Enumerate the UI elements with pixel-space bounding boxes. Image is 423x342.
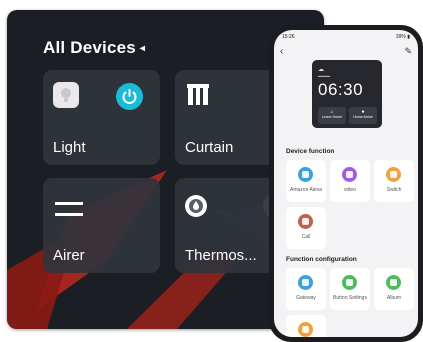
function-card-call[interactable]: Call (286, 207, 326, 249)
function-card-button-settings[interactable]: Button Settings (330, 268, 370, 310)
function-label: video (344, 187, 356, 193)
preview-shortcut: ⌂ Leave Home (318, 107, 346, 124)
function-label: Amazon Alexa (290, 187, 322, 193)
device-tile-light[interactable]: Light (43, 70, 160, 165)
power-icon (122, 89, 137, 104)
section-title: Function configuration (286, 256, 357, 263)
function-card-video[interactable]: video (330, 160, 370, 202)
function-label: Switch (386, 187, 402, 193)
preview-shortcut: ● Home Arrive (349, 107, 377, 124)
thermostat-icon (185, 195, 207, 217)
caret-left-icon: ◂ (139, 43, 146, 54)
preview-shortcut-label: Leave Home (322, 115, 342, 119)
section-title: Device function (286, 148, 335, 155)
phone-frame: 15:26 39% ▮ ‹ ✎ ☁ ▬▬▬ 06:30 ⌂ Leave Home… (269, 25, 423, 342)
function-card-switch[interactable]: Switch (374, 160, 414, 202)
page-title-text: All Devices (43, 38, 136, 57)
preview-shortcut-label: Home Arrive (353, 115, 373, 119)
call-icon (298, 214, 313, 229)
alexa-icon (298, 167, 313, 182)
config-icon (298, 322, 313, 337)
function-card-more[interactable] (286, 315, 326, 337)
video-icon (342, 167, 357, 182)
button-settings-icon (342, 275, 357, 290)
back-icon[interactable]: ‹ (280, 46, 283, 57)
power-button[interactable] (116, 83, 143, 110)
device-label: Light (53, 139, 86, 156)
device-label: Thermos... (185, 247, 257, 264)
edit-icon[interactable]: ✎ (404, 46, 412, 57)
status-battery: 39% ▮ (395, 34, 410, 40)
app-bar: ‹ ✎ (280, 46, 412, 58)
function-card-amazon-alexa[interactable]: Amazon Alexa (286, 160, 326, 202)
device-tile-airer[interactable]: Airer (43, 178, 160, 273)
weather-icon: ☁ (318, 67, 324, 73)
curtain-icon (187, 84, 209, 105)
status-bar: 15:26 39% ▮ (282, 34, 410, 42)
function-label: Call (301, 234, 311, 240)
preview-weather-line: ▬▬▬ (318, 73, 330, 78)
album-icon (386, 275, 401, 290)
device-label: Curtain (185, 139, 234, 156)
preview-time: 06:30 (318, 80, 364, 99)
panel-preview[interactable]: ☁ ▬▬▬ 06:30 ⌂ Leave Home ● Home Arrive (312, 60, 382, 128)
page-title[interactable]: All Devices ◂ (43, 38, 145, 58)
function-card-album[interactable]: Album (374, 268, 414, 310)
switch-icon (386, 167, 401, 182)
lightbulb-icon (53, 82, 79, 108)
function-label: Gateway (296, 295, 316, 301)
phone-screen: 15:26 39% ▮ ‹ ✎ ☁ ▬▬▬ 06:30 ⌂ Leave Home… (274, 30, 418, 337)
function-card-gateway[interactable]: Gateway (286, 268, 326, 310)
gateway-icon (298, 275, 313, 290)
status-time: 15:26 (282, 34, 295, 40)
function-label: Button Settings (333, 295, 367, 301)
airer-icon (55, 202, 83, 216)
function-label: Album (386, 295, 402, 301)
device-label: Airer (53, 247, 85, 264)
